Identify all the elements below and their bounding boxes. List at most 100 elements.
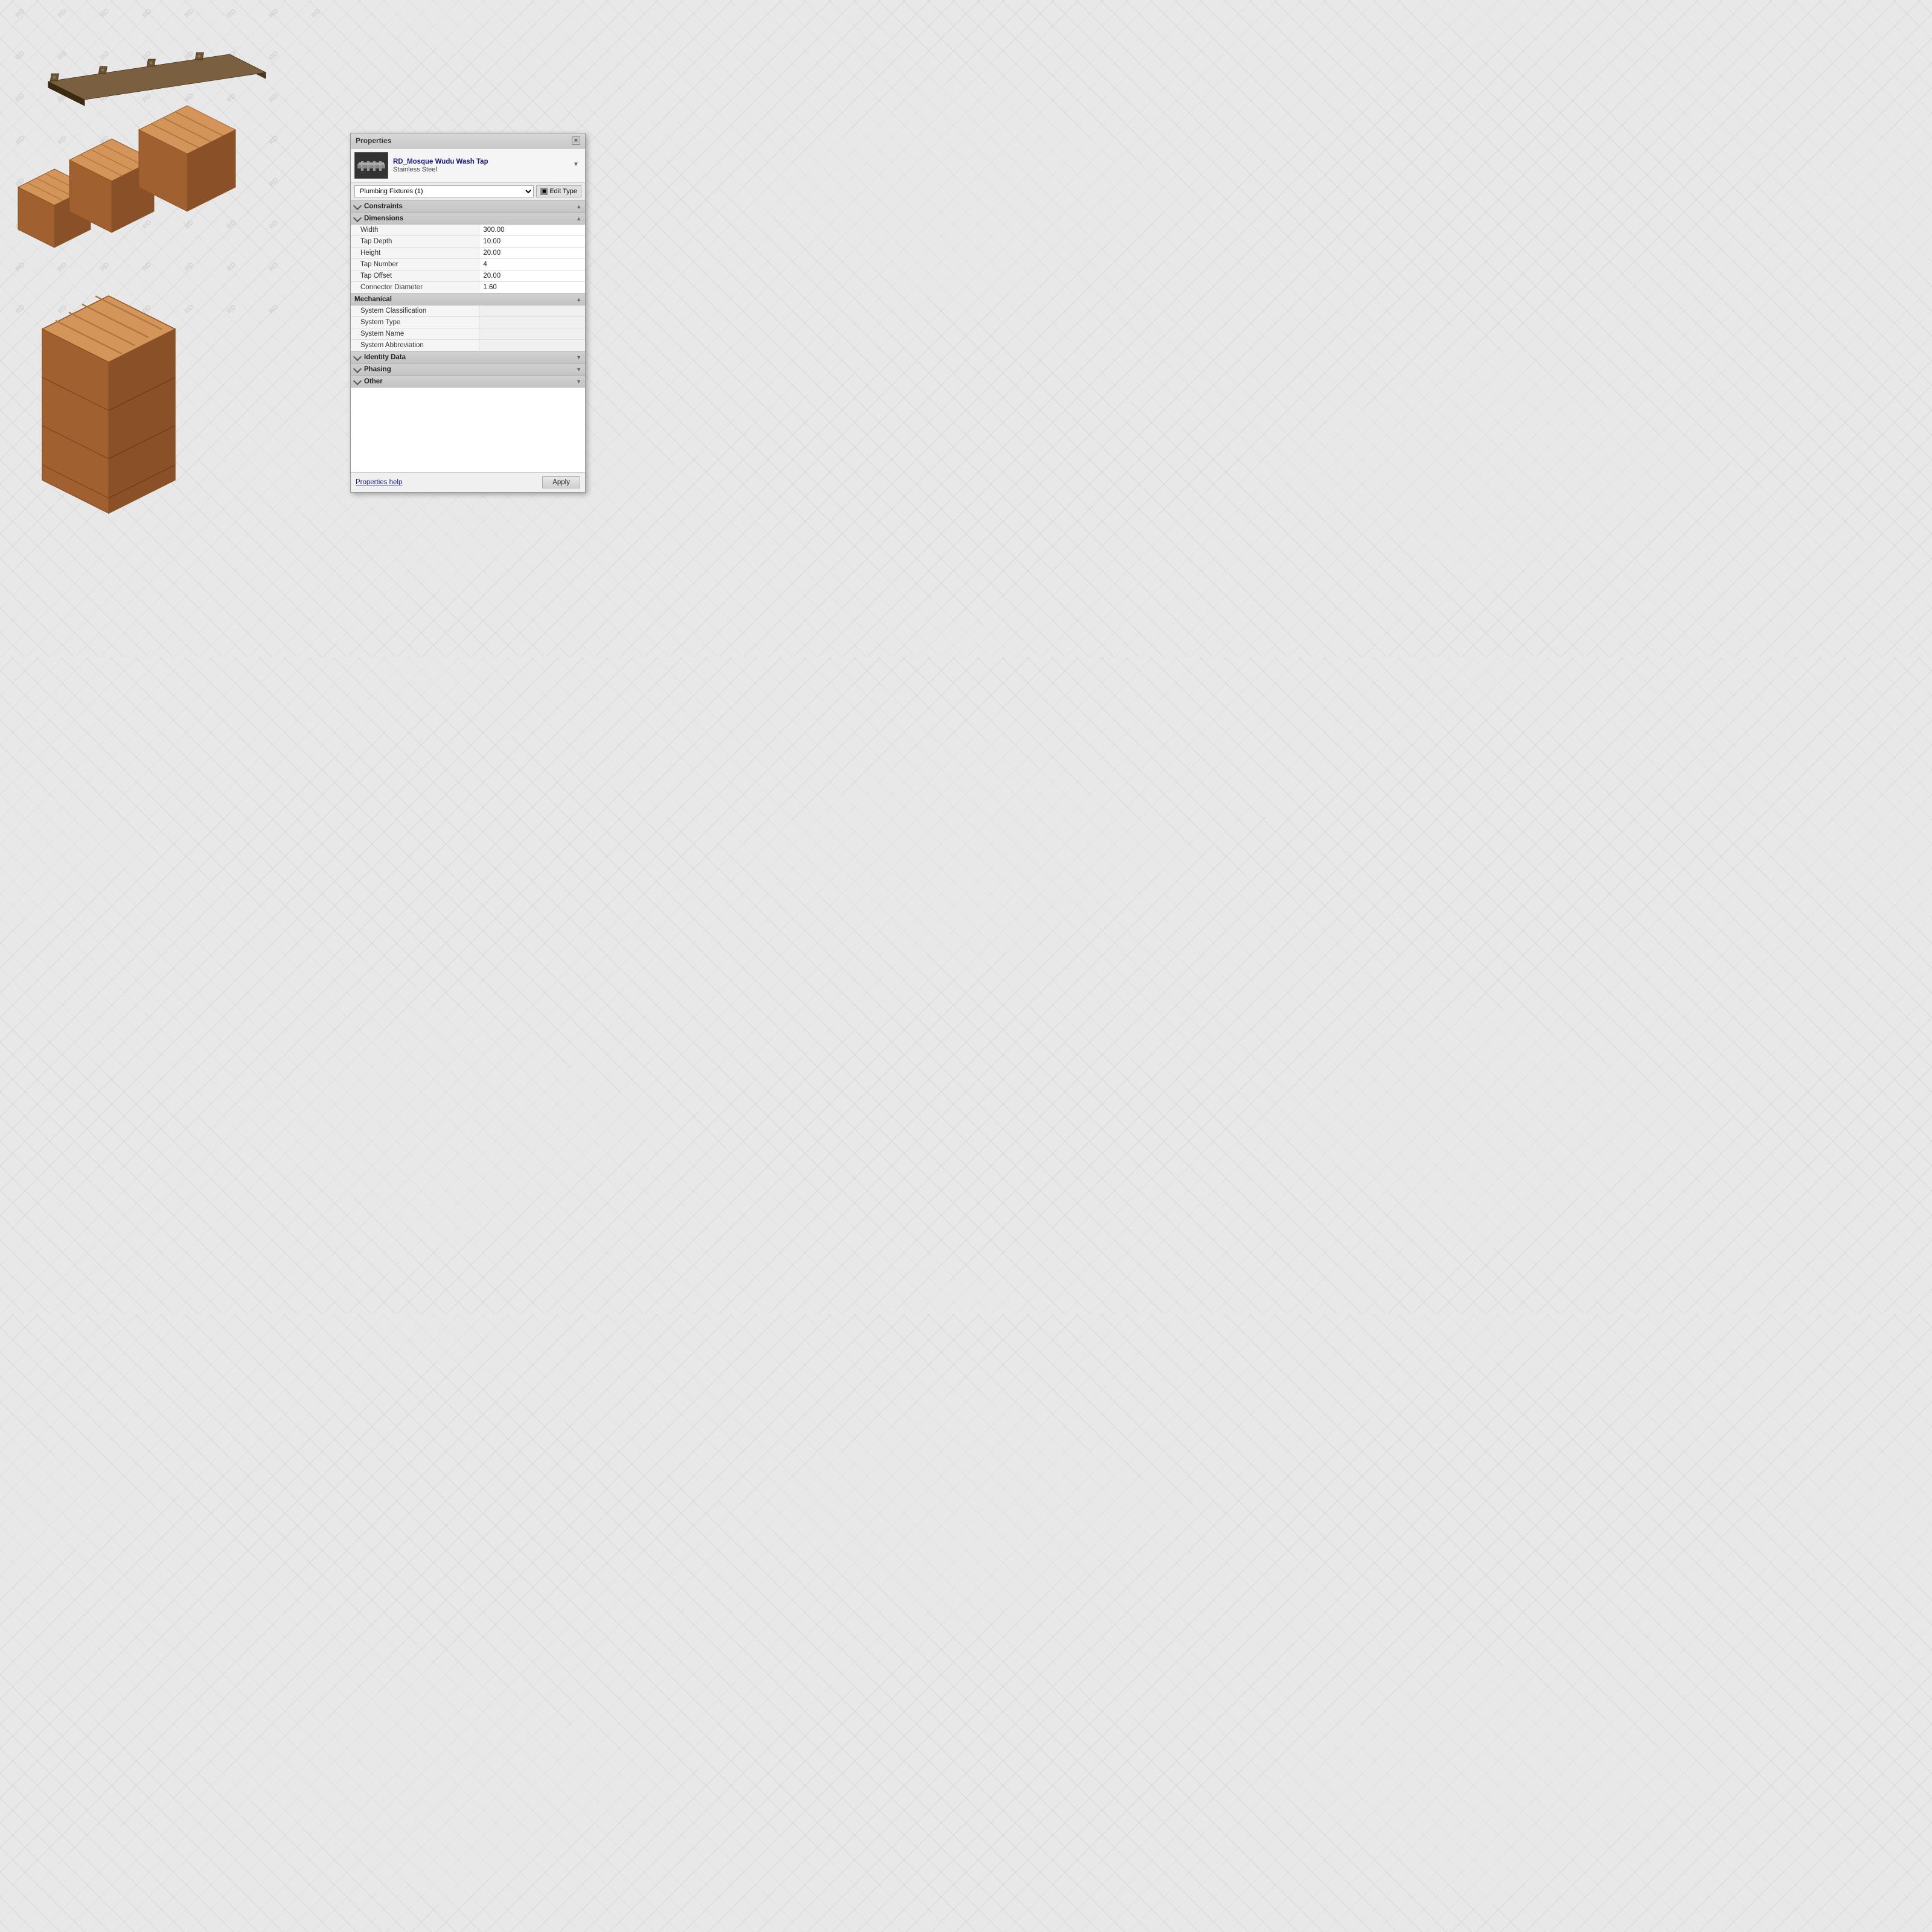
prop-row-system-name: System Name [351,328,585,340]
svg-text:RD: RD [57,7,69,19]
prop-value-tap-depth[interactable]: 10.00 [479,236,585,247]
apply-button[interactable]: Apply [542,476,580,488]
svg-text:RD: RD [226,303,238,315]
svg-text:RD: RD [141,92,153,104]
edit-type-icon: ■ [540,188,548,195]
section-constraints[interactable]: Constraints ▲ [351,200,585,213]
svg-text:RD: RD [268,7,280,19]
properties-scroll-area[interactable]: Constraints ▲ Dimensions ▲ Width 300.00 … [351,200,585,472]
svg-text:RD: RD [99,50,111,62]
panel-title: Properties [356,136,391,145]
svg-text:RD: RD [141,261,153,273]
svg-text:RD: RD [14,261,27,273]
prop-label-width: Width [351,225,479,235]
close-button[interactable]: × [572,136,580,145]
svg-text:RD: RD [184,261,196,273]
prop-value-system-name[interactable] [479,328,585,339]
identity-data-expand-icon: ▼ [576,354,581,360]
other-label: Other [364,378,383,385]
edit-type-label: Edit Type [549,188,577,195]
prop-label-height: Height [351,248,479,258]
svg-text:RD: RD [184,219,196,231]
svg-text:RD: RD [268,134,280,146]
prop-row-system-type: System Type [351,317,585,328]
prop-label-tap-offset: Tap Offset [351,270,479,281]
instance-selector[interactable]: Plumbing Fixtures (1) [354,185,534,197]
element-preview [354,152,388,179]
svg-text:RD: RD [226,92,238,104]
prop-row-tap-number: Tap Number 4 [351,259,585,270]
svg-text:RD: RD [184,92,196,104]
svg-text:RD: RD [226,7,238,19]
prop-value-system-abbreviation[interactable] [479,340,585,351]
prop-value-height[interactable]: 20.00 [479,248,585,258]
mechanical-label: Mechanical [354,296,392,303]
panel-titlebar: Properties × [351,133,585,149]
3d-scene: RD RD RD RD RD RD RD RD RD RD RD RD RD R… [0,0,338,543]
prop-value-tap-number[interactable]: 4 [479,259,585,270]
prop-row-system-classification: System Classification [351,305,585,317]
constraints-label: Constraints [364,203,403,210]
svg-text:RD: RD [226,219,238,231]
svg-text:RD: RD [268,303,280,315]
section-other[interactable]: Other ▼ [351,376,585,388]
phasing-expand-icon: ▼ [576,366,581,373]
prop-row-system-abbreviation: System Abbreviation [351,340,585,351]
svg-text:RD: RD [14,303,27,315]
svg-text:RD: RD [141,7,153,19]
svg-text:RD: RD [268,92,280,104]
panel-header: RD_Mosque Wudu Wash Tap Stainless Steel … [351,149,585,183]
prop-label-system-name: System Name [351,328,479,339]
prop-label-tap-depth: Tap Depth [351,236,479,247]
prop-value-system-classification[interactable] [479,305,585,316]
prop-label-system-classification: System Classification [351,305,479,316]
svg-text:RD: RD [99,261,111,273]
constraints-expand-icon: ▲ [576,203,581,210]
other-expand-icon: ▼ [576,379,581,385]
mechanical-expand-icon: ▲ [576,296,581,302]
svg-text:RD: RD [226,261,238,273]
prop-value-connector-diameter[interactable]: 1.60 [479,282,585,293]
section-dimensions[interactable]: Dimensions ▲ [351,213,585,225]
element-subtitle: Stainless Steel [393,166,568,173]
header-dropdown-arrow[interactable]: ▼ [573,161,581,170]
panel-footer: Properties help Apply [351,472,585,492]
prop-label-tap-number: Tap Number [351,259,479,270]
prop-value-tap-offset[interactable]: 20.00 [479,270,585,281]
prop-value-width[interactable]: 300.00 [479,225,585,235]
svg-text:RD: RD [99,7,111,19]
prop-value-system-type[interactable] [479,317,585,328]
element-title: RD_Mosque Wudu Wash Tap [393,158,568,167]
svg-text:RD: RD [57,50,69,62]
svg-text:RD: RD [14,50,27,62]
svg-text:RD: RD [57,261,69,273]
prop-label-system-abbreviation: System Abbreviation [351,340,479,351]
svg-text:RD: RD [57,134,69,146]
prop-row-connector-diameter: Connector Diameter 1.60 [351,282,585,293]
svg-text:RD: RD [57,303,69,315]
svg-text:RD: RD [268,219,280,231]
properties-help-link[interactable]: Properties help [356,479,402,486]
prop-row-tap-depth: Tap Depth 10.00 [351,236,585,248]
edit-type-button[interactable]: ■ Edit Type [536,185,581,197]
prop-row-height: Height 20.00 [351,248,585,259]
section-identity-data[interactable]: Identity Data ▼ [351,351,585,363]
selector-row: Plumbing Fixtures (1) ■ Edit Type [351,183,585,200]
prop-row-width: Width 300.00 [351,225,585,236]
section-phasing[interactable]: Phasing ▼ [351,363,585,376]
svg-text:RD: RD [184,303,196,315]
dimensions-label: Dimensions [364,215,403,222]
svg-text:RD: RD [268,50,280,62]
identity-data-label: Identity Data [364,354,406,361]
dimensions-expand-icon: ▲ [576,216,581,222]
properties-panel: Properties × RD_Mosque Wudu Wash Tap Sta… [350,133,586,493]
svg-text:RD: RD [141,219,153,231]
prop-label-system-type: System Type [351,317,479,328]
prop-label-connector-diameter: Connector Diameter [351,282,479,293]
prop-row-tap-offset: Tap Offset 20.00 [351,270,585,282]
svg-text:RD: RD [268,261,280,273]
wooden-box-large [42,296,175,513]
section-mechanical[interactable]: Mechanical ▲ [351,293,585,305]
svg-text:RD: RD [14,92,27,104]
phasing-label: Phasing [364,366,391,373]
